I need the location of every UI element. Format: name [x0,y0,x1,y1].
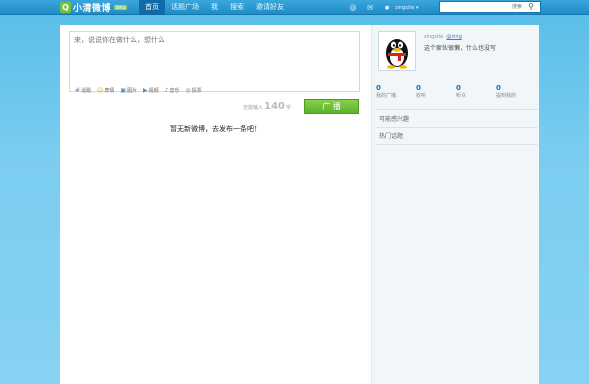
music-label: 音乐 [169,87,180,94]
beta-badge: Beta [114,5,128,10]
counter-suffix: 字 [285,105,291,111]
topic-button[interactable]: # 话题 [75,87,91,94]
user-icon[interactable]: ● [383,4,391,12]
stat-followers[interactable]: 0 听众 [456,84,496,104]
avatar[interactable] [378,31,416,71]
vote-label: 投票 [191,87,202,94]
music-button[interactable]: ♪ 音乐 [165,87,180,94]
logo-text: 小清微博 [73,4,112,14]
main-nav: 首页 话题广场 我 搜索 邀请好友 [139,0,290,15]
feed-empty-message: 暂无新微博，去发布一条吧！ [170,125,261,133]
divider [376,144,538,145]
emoji-icon: ☺ [97,86,104,94]
divider [376,109,538,110]
image-label: 图片 [127,87,138,94]
vote-icon: ◎ [185,86,191,94]
vote-button[interactable]: ◎ 投票 [186,87,202,94]
stat-mentions[interactable]: 0 提到我的 [496,84,536,104]
stat-label: 收听 [416,93,427,99]
nav-item-home[interactable]: 首页 [139,0,165,15]
main-column: # 话题 ☺ 表情 ▣ 图片 ▶ 视频 ♪ 音乐 ◎ 投票 [60,25,371,384]
video-icon: ▶ [143,86,148,94]
search-box: ⚲ [439,1,541,13]
emoji-button[interactable]: ☺ 表情 [97,87,114,94]
top-tools: @ ✉ ● zingsite ▾ [349,0,419,15]
char-counter: 还能输入 140 字 [243,101,291,112]
profile-name[interactable]: zingsite [424,34,443,40]
stat-value: 0 [456,84,461,92]
mail-icon[interactable]: ✉ [366,4,374,12]
topic-label: 话题 [81,87,92,94]
site-logo[interactable]: Q 小清微博 Beta [60,1,128,14]
profile-account-link[interactable]: @zing [446,34,461,40]
search-icon[interactable]: ⚲ [524,2,538,12]
profile-stats: 0 我的广播 0 收听 0 听众 0 提到我的 [376,84,536,104]
image-button[interactable]: ▣ 图片 [120,87,137,94]
profile-tagline: 这个家伙很懒，什么也没写 [424,45,497,52]
stat-value: 0 [496,84,501,92]
music-icon: ♪ [164,86,169,94]
post-composer: # 话题 ☺ 表情 ▣ 图片 ▶ 视频 ♪ 音乐 ◎ 投票 [69,31,360,94]
stat-value: 0 [376,84,381,92]
image-icon: ▣ [120,86,126,94]
at-icon[interactable]: @ [349,4,357,12]
divider [376,127,538,128]
profile-name-row: zingsite @zing [424,34,462,40]
logo-mark-icon: Q [60,2,71,13]
stat-label: 我的广播 [376,93,397,99]
profile-sidebar: zingsite @zing 这个家伙很懒，什么也没写 0 我的广播 0 收听 0… [371,25,539,384]
penguin-avatar-icon [386,39,408,69]
section-hot-topics[interactable]: 热门话题 [379,131,403,140]
top-navigation-bar: Q 小清微博 Beta 首页 话题广场 我 搜索 邀请好友 @ ✉ ● zing… [0,0,589,15]
stat-value: 0 [416,84,421,92]
nav-item-me[interactable]: 我 [205,0,224,15]
post-button[interactable]: 广 播 [304,99,359,114]
topic-icon: # [75,86,81,94]
composer-toolbar: # 话题 ☺ 表情 ▣ 图片 ▶ 视频 ♪ 音乐 ◎ 投票 [75,86,208,94]
search-input[interactable] [440,2,524,12]
video-label: 视频 [148,87,159,94]
nav-item-invite[interactable]: 邀请好友 [250,0,290,15]
nav-item-topic-square[interactable]: 话题广场 [165,0,205,15]
username-menu[interactable]: zingsite ▾ [395,5,419,11]
section-recommended[interactable]: 可能感兴趣 [379,114,409,123]
video-button[interactable]: ▶ 视频 [143,87,159,94]
post-textarea[interactable] [70,32,359,82]
counter-prefix: 还能输入 [243,105,264,111]
counter-value: 140 [264,101,285,112]
nav-item-search[interactable]: 搜索 [224,0,250,15]
stat-label: 提到我的 [496,93,517,99]
stat-label: 听众 [456,93,467,99]
stat-broadcasts[interactable]: 0 我的广播 [376,84,416,104]
emoji-label: 表情 [104,87,115,94]
stat-following[interactable]: 0 收听 [416,84,456,104]
